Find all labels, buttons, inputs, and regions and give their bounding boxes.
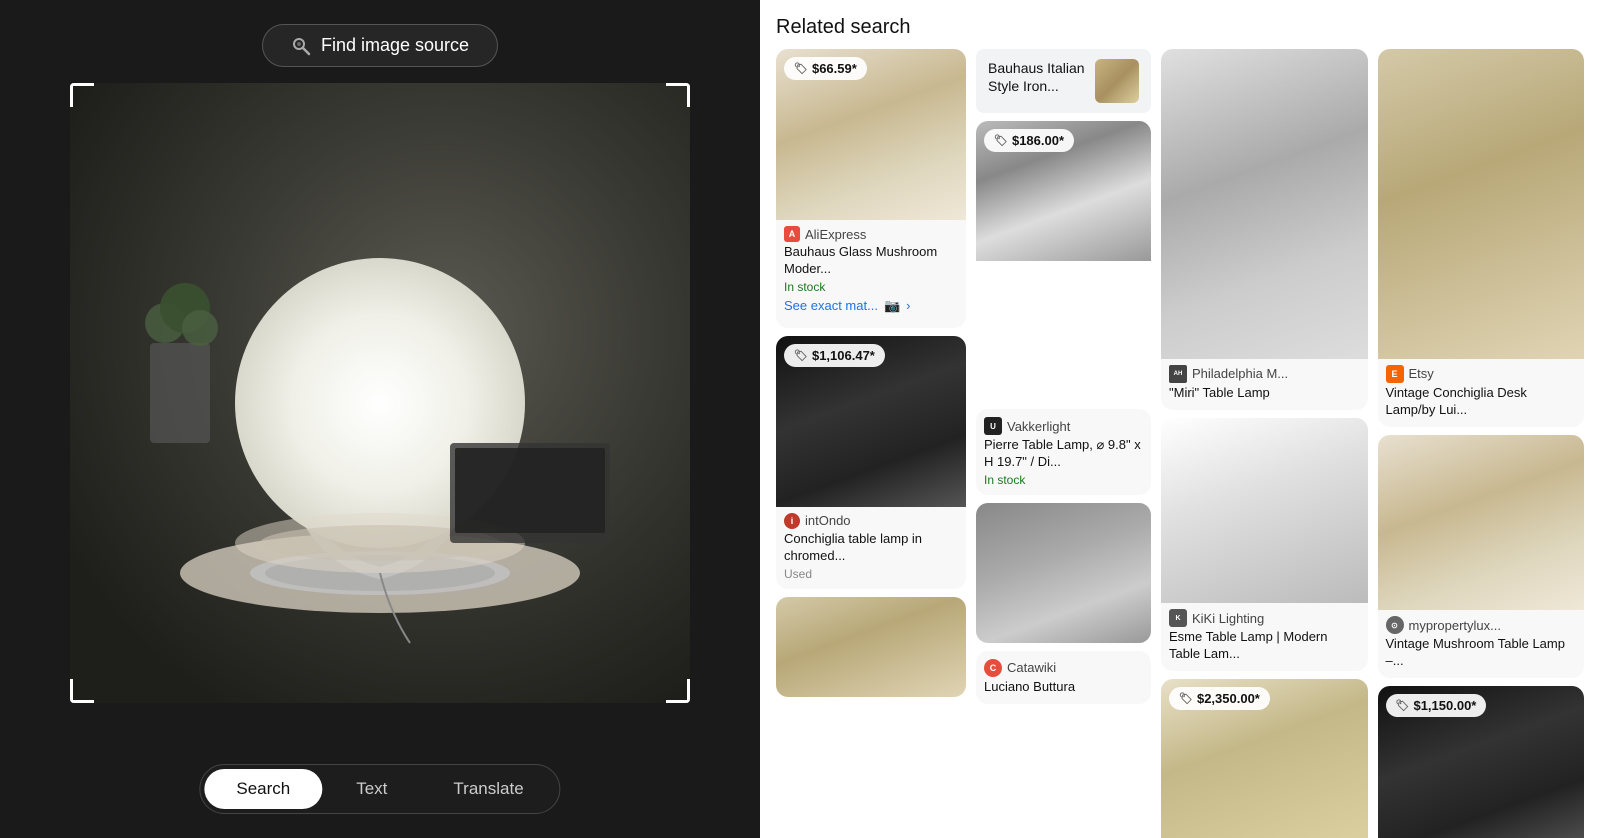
store-name-intondo: intOndo bbox=[805, 513, 851, 528]
product-card-1stdibs[interactable]: 🏷 $2,350.00* 1D 1stDibs bbox=[1161, 679, 1368, 838]
product-card-philadelphia[interactable]: AH Philadelphia M... "Miri" Table Lamp bbox=[1161, 49, 1368, 410]
product-title-kiki: Esme Table Lamp | Modern Table Lam... bbox=[1169, 629, 1360, 663]
related-search-chip-bauhaus[interactable]: Bauhaus Italian Style Iron... bbox=[976, 49, 1151, 113]
price-p11: $1,150.00* bbox=[1413, 698, 1476, 713]
main-image-container bbox=[70, 83, 690, 703]
store-row-myproperty: ⊙ mypropertylux... bbox=[1386, 616, 1577, 634]
kiki-logo: K bbox=[1169, 609, 1187, 627]
tab-text[interactable]: Text bbox=[324, 769, 419, 809]
store-row-intondo: i intOndo bbox=[784, 513, 958, 529]
tag-icon-p11: 🏷 bbox=[1396, 699, 1410, 712]
product-card-kiki[interactable]: K KiKi Lighting Esme Table Lamp | Modern… bbox=[1161, 418, 1368, 672]
price-badge-aliexpress: 🏷 $66.59* bbox=[784, 57, 867, 80]
store-name-philly: Philadelphia M... bbox=[1192, 366, 1288, 381]
vakkerlight-info-card[interactable]: U Vakkerlight Pierre Table Lamp, ⌀ 9.8" … bbox=[976, 409, 1151, 495]
store-row-kiki: K KiKi Lighting bbox=[1169, 609, 1360, 627]
main-photo bbox=[70, 83, 690, 703]
corner-marker-bl bbox=[70, 679, 94, 703]
store-row-catawiki: C Catawiki bbox=[984, 659, 1143, 677]
product-card-etsy[interactable]: E Etsy Vintage Conchiglia Desk Lamp/by L… bbox=[1378, 49, 1585, 427]
tab-search[interactable]: Search bbox=[204, 769, 322, 809]
product-title-etsy: Vintage Conchiglia Desk Lamp/by Lui... bbox=[1386, 385, 1577, 419]
chip-img-bauhaus bbox=[1095, 59, 1139, 103]
tag-icon-intondo: 🏷 bbox=[794, 349, 808, 362]
related-search-header: Related search bbox=[760, 0, 1600, 49]
store-row-aliexpress: A AliExpress bbox=[784, 226, 958, 242]
store-name-myproperty: mypropertylux... bbox=[1409, 618, 1501, 633]
chevron-right-icon: › bbox=[906, 298, 910, 313]
store-name-vakker: Vakkerlight bbox=[1007, 419, 1070, 434]
etsy-logo: E bbox=[1386, 365, 1404, 383]
myproperty-logo: ⊙ bbox=[1386, 616, 1404, 634]
product-info-myproperty: ⊙ mypropertylux... Vintage Mushroom Tabl… bbox=[1378, 610, 1585, 678]
find-image-source-label: Find image source bbox=[321, 35, 469, 56]
see-exact-match[interactable]: See exact mat... 📷 › bbox=[784, 294, 958, 320]
store-name-etsy: Etsy bbox=[1409, 366, 1434, 381]
product-info-kiki: K KiKi Lighting Esme Table Lamp | Modern… bbox=[1161, 603, 1368, 671]
price-intondo: $1,106.47* bbox=[812, 348, 875, 363]
tab-translate[interactable]: Translate bbox=[421, 769, 555, 809]
store-row-vakker: U Vakkerlight bbox=[984, 417, 1143, 435]
lens-icon bbox=[291, 36, 311, 56]
product-card-p11[interactable]: 🏷 $1,150.00* bbox=[1378, 686, 1585, 838]
product-title-philly: "Miri" Table Lamp bbox=[1169, 385, 1360, 402]
tag-icon-p2: 🏷 bbox=[994, 134, 1008, 147]
price-badge-1stdibs: 🏷 $2,350.00* bbox=[1169, 687, 1270, 710]
product-card-p2[interactable]: 🏷 $186.00* bbox=[976, 121, 1151, 401]
philly-logo: AH bbox=[1169, 365, 1187, 383]
price-aliexpress: $66.59* bbox=[812, 61, 857, 76]
store-name-aliexpress: AliExpress bbox=[805, 227, 866, 242]
left-panel: Find image source bbox=[0, 0, 760, 838]
related-search-title: Related search bbox=[776, 16, 1584, 39]
price-badge-intondo: 🏷 $1,106.47* bbox=[784, 344, 885, 367]
product-title-catawiki: Luciano Buttura bbox=[984, 679, 1143, 696]
product-info-etsy: E Etsy Vintage Conchiglia Desk Lamp/by L… bbox=[1378, 359, 1585, 427]
bottom-thumbnail-col1[interactable] bbox=[776, 597, 966, 697]
store-name-catawiki: Catawiki bbox=[1007, 660, 1056, 675]
corner-marker-tl bbox=[70, 83, 94, 107]
catawiki-logo: C bbox=[984, 659, 1002, 677]
product-title-vakker: Pierre Table Lamp, ⌀ 9.8" x H 19.7" / Di… bbox=[984, 437, 1143, 471]
price-badge-p2: 🏷 $186.00* bbox=[984, 129, 1074, 152]
price-1stdibs: $2,350.00* bbox=[1197, 691, 1260, 706]
product-info-philadelphia: AH Philadelphia M... "Miri" Table Lamp bbox=[1161, 359, 1368, 410]
right-panel: Related search 🏷 $66.59* A AliExpress bbox=[760, 0, 1600, 838]
store-name-kiki: KiKi Lighting bbox=[1192, 611, 1264, 626]
tag-icon: 🏷 bbox=[794, 62, 808, 75]
product-title-myproperty: Vintage Mushroom Table Lamp –... bbox=[1386, 636, 1577, 670]
product-card-myproperty[interactable]: ⊙ mypropertylux... Vintage Mushroom Tabl… bbox=[1378, 435, 1585, 678]
intondo-logo: i bbox=[784, 513, 800, 529]
product-card-aliexpress[interactable]: 🏷 $66.59* A AliExpress Bauhaus Glass Mus… bbox=[776, 49, 966, 328]
store-row-etsy: E Etsy bbox=[1386, 365, 1577, 383]
tag-icon-1stdibs: 🏷 bbox=[1179, 692, 1193, 705]
product-info-intondo: i intOndo Conchiglia table lamp in chrom… bbox=[776, 507, 966, 589]
product-status-vakker: In stock bbox=[984, 473, 1143, 487]
product-card-lamp5[interactable] bbox=[976, 503, 1151, 643]
price-p2: $186.00* bbox=[1012, 133, 1064, 148]
product-card-intondo[interactable]: 🏷 $1,106.47* i intOndo Conchiglia table … bbox=[776, 336, 966, 589]
see-exact-text: See exact mat... bbox=[784, 298, 878, 313]
catawiki-info-card[interactable]: C Catawiki Luciano Buttura bbox=[976, 651, 1151, 704]
find-image-source-button[interactable]: Find image source bbox=[262, 24, 498, 67]
chip-text-bauhaus: Bauhaus Italian Style Iron... bbox=[988, 59, 1087, 95]
product-info-aliexpress: A AliExpress Bauhaus Glass Mushroom Mode… bbox=[776, 220, 966, 328]
corner-marker-br bbox=[666, 679, 690, 703]
corner-marker-tr bbox=[666, 83, 690, 107]
aliexpress-logo: A bbox=[784, 226, 800, 242]
product-title-intondo: Conchiglia table lamp in chromed... bbox=[784, 531, 958, 565]
product-status-intondo: Used bbox=[784, 567, 958, 581]
product-title-aliexpress: Bauhaus Glass Mushroom Moder... bbox=[784, 244, 958, 278]
lamp-illustration bbox=[70, 83, 690, 703]
store-row-philadelphia: AH Philadelphia M... bbox=[1169, 365, 1360, 383]
product-status-aliexpress: In stock bbox=[784, 280, 958, 294]
bottom-tabs: Search Text Translate bbox=[199, 764, 560, 814]
vakker-logo: U bbox=[984, 417, 1002, 435]
camera-icon: 📷 bbox=[884, 298, 900, 314]
price-badge-p11: 🏷 $1,150.00* bbox=[1386, 694, 1487, 717]
